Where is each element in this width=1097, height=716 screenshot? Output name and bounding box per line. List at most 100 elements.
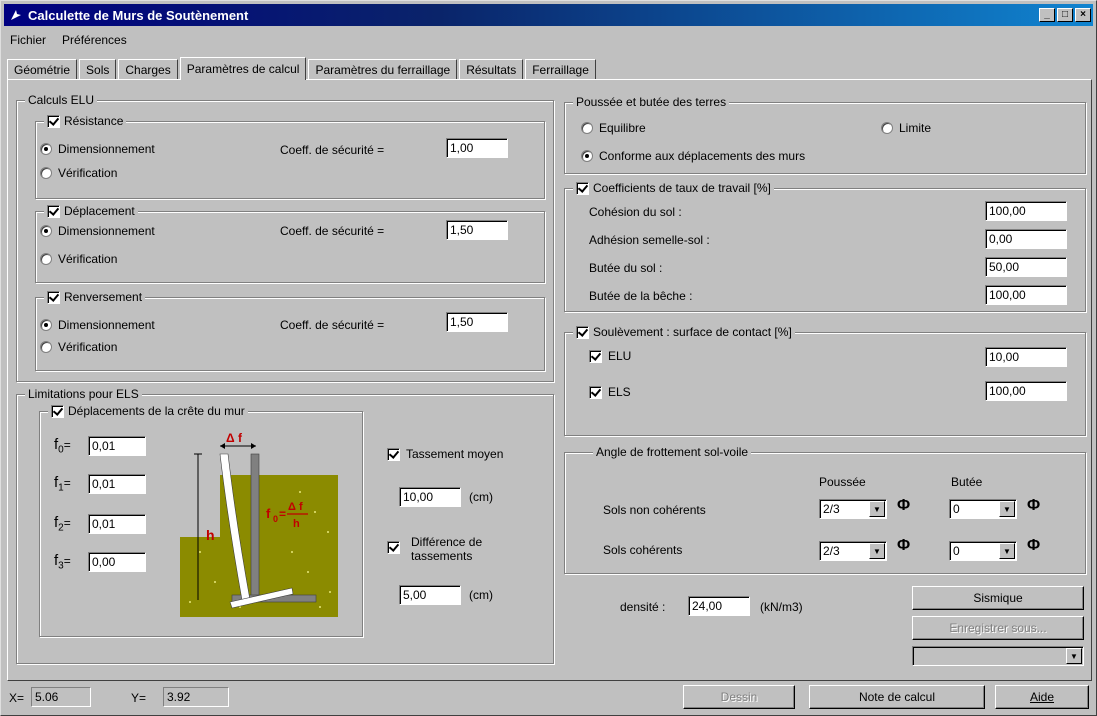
phi-symbol: Φ <box>1027 537 1041 554</box>
maximize-icon[interactable]: □ <box>1057 8 1073 22</box>
butee-coherents-select[interactable]: 0 ▼ <box>949 541 1017 561</box>
densite-unit: (kN/m3) <box>760 600 803 614</box>
densite-input[interactable]: 24,00 <box>688 596 750 616</box>
deplacement-label: Déplacement <box>64 204 135 218</box>
poussee-coherents-value: 2/3 <box>823 544 840 558</box>
renversement-verif-option[interactable]: Vérification <box>40 340 117 354</box>
poussee-coherents-select[interactable]: 2/3 ▼ <box>819 541 887 561</box>
els-checkbox[interactable] <box>589 385 602 399</box>
formula-eq: = <box>279 507 286 521</box>
tassement-checkbox[interactable] <box>387 447 400 461</box>
tab-parametres-ferraillage[interactable]: Paramètres du ferraillage <box>308 59 458 79</box>
poussee-column-label: Poussée <box>819 475 866 489</box>
chevron-down-icon[interactable]: ▼ <box>869 543 885 559</box>
dessin-button[interactable]: Dessin <box>683 685 795 709</box>
renversement-dim-option[interactable]: Dimensionnement <box>40 318 155 332</box>
equilibre-option[interactable]: Equilibre <box>581 121 646 135</box>
chevron-down-icon[interactable]: ▼ <box>1066 648 1082 664</box>
tassement-input[interactable]: 10,00 <box>399 487 461 507</box>
deplacement-checkbox[interactable] <box>47 204 60 218</box>
f0-label: f0= <box>54 436 71 456</box>
empty-select[interactable]: ▼ <box>912 646 1084 666</box>
equilibre-radio[interactable] <box>581 122 593 134</box>
resistance-dim-option[interactable]: Dimensionnement <box>40 142 155 156</box>
renversement-coef-input[interactable]: 1,50 <box>446 312 508 332</box>
difference-label-2: tassements <box>411 549 473 563</box>
cohesion-input[interactable]: 100,00 <box>985 201 1067 221</box>
renversement-dim-radio[interactable] <box>40 319 52 331</box>
title-bar[interactable]: Calculette de Murs de Soutènement _ □ × <box>4 4 1093 26</box>
butee-sol-input[interactable]: 50,00 <box>985 257 1067 277</box>
butee-beche-input[interactable]: 100,00 <box>985 285 1067 305</box>
tab-resultats[interactable]: Résultats <box>459 59 524 79</box>
resistance-checkbox[interactable] <box>47 114 60 128</box>
renversement-verif-label: Vérification <box>58 340 118 354</box>
limite-option[interactable]: Limite <box>881 121 931 135</box>
deplacement-coef-input[interactable]: 1,50 <box>446 220 508 240</box>
chevron-down-icon[interactable]: ▼ <box>999 543 1015 559</box>
tab-charges[interactable]: Charges <box>118 59 178 79</box>
tab-ferraillage[interactable]: Ferraillage <box>525 59 596 79</box>
limite-radio[interactable] <box>881 122 893 134</box>
resistance-verif-label: Vérification <box>58 166 118 180</box>
close-icon[interactable]: × <box>1075 8 1091 22</box>
conforme-label: Conforme aux déplacements des murs <box>599 149 806 163</box>
difference-checkbox[interactable] <box>387 541 400 554</box>
cohesion-label: Cohésion du sol : <box>589 205 682 219</box>
butee-beche-label: Butée de la bêche : <box>589 289 693 303</box>
elu-input[interactable]: 10,00 <box>985 347 1067 367</box>
deplacement-verif-option[interactable]: Vérification <box>40 252 117 266</box>
poussee-title: Poussée et butée des terres <box>576 95 727 109</box>
sismique-button[interactable]: Sismique <box>912 586 1084 610</box>
renversement-verif-radio[interactable] <box>40 341 52 353</box>
resistance-coef-input[interactable]: 1,00 <box>446 138 508 158</box>
f3-input[interactable]: 0,00 <box>88 552 146 572</box>
resistance-verif-radio[interactable] <box>40 167 52 179</box>
note-de-calcul-button[interactable]: Note de calcul <box>809 685 985 709</box>
f2-input[interactable]: 0,01 <box>88 514 146 534</box>
tab-sols[interactable]: Sols <box>79 59 117 79</box>
butee-non-coherents-select[interactable]: 0 ▼ <box>949 499 1017 519</box>
enregistrer-sous-button[interactable]: Enregistrer sous... <box>912 616 1084 640</box>
f0-input[interactable]: 0,01 <box>88 436 146 456</box>
tab-geometrie[interactable]: Géométrie <box>7 59 78 79</box>
tassement-option[interactable]: Tassement moyen <box>387 447 503 461</box>
elu-option[interactable]: ELU <box>589 349 631 363</box>
soulevement-checkbox[interactable] <box>576 325 589 339</box>
conforme-option[interactable]: Conforme aux déplacements des murs <box>581 149 805 163</box>
conforme-radio[interactable] <box>581 150 593 162</box>
group-angle-frottement: Angle de frottement sol-voile Poussée Bu… <box>564 445 1086 574</box>
deplacement-dim-option[interactable]: Dimensionnement <box>40 224 155 238</box>
deplacement-dim-label: Dimensionnement <box>58 224 155 238</box>
crete-checkbox[interactable] <box>51 404 64 418</box>
group-resistance: Résistance Dimensionnement Vérification … <box>35 114 545 199</box>
els-option[interactable]: 100,00ELS <box>589 385 631 399</box>
h-label: h <box>206 527 215 543</box>
chevron-down-icon[interactable]: ▼ <box>999 501 1015 517</box>
deplacement-dim-radio[interactable] <box>40 225 52 237</box>
wall-diagram: Δ f h f 0 = Δ f h <box>180 432 338 617</box>
resistance-dim-radio[interactable] <box>40 143 52 155</box>
poussee-non-coherents-select[interactable]: 2/3 ▼ <box>819 499 887 519</box>
deplacement-verif-radio[interactable] <box>40 253 52 265</box>
formula-sub: 0 <box>273 514 278 524</box>
adhesion-input[interactable]: 0,00 <box>985 229 1067 249</box>
difference-input[interactable]: 5,00 <box>399 585 461 605</box>
coef-taux-checkbox[interactable] <box>576 181 589 195</box>
resistance-verif-option[interactable]: Vérification <box>40 166 117 180</box>
tab-parametres-calcul[interactable]: Paramètres de calcul <box>179 57 307 80</box>
chevron-down-icon[interactable]: ▼ <box>869 501 885 517</box>
f2-label: f2= <box>54 514 71 534</box>
els-input[interactable]: 100,00 <box>985 381 1067 401</box>
renversement-checkbox[interactable] <box>47 290 60 304</box>
difference-label-1: Différence de <box>411 535 483 549</box>
delta-arrow-right <box>251 443 256 449</box>
f1-input[interactable]: 0,01 <box>88 474 146 494</box>
elu-checkbox[interactable] <box>589 349 602 363</box>
y-label: Y= <box>131 691 147 705</box>
aide-button[interactable]: Aide <box>995 685 1089 709</box>
menu-fichier[interactable]: Fichier <box>7 31 49 51</box>
minimize-icon[interactable]: _ <box>1039 8 1055 22</box>
menu-preferences[interactable]: Préférences <box>59 31 130 51</box>
group-coef-taux: Coefficients de taux de travail [%] Cohé… <box>564 181 1086 312</box>
